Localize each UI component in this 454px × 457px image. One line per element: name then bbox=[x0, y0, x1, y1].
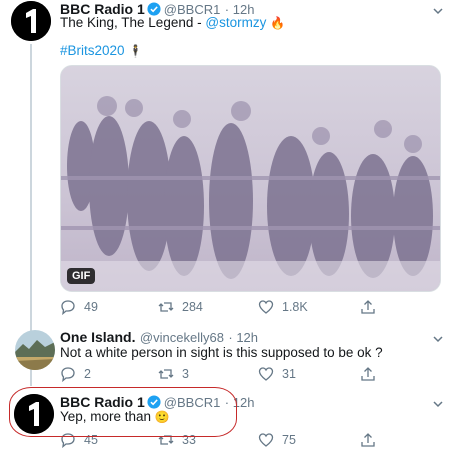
fire-emoji: 🔥 bbox=[270, 16, 286, 30]
avatar[interactable] bbox=[15, 330, 55, 370]
author-name[interactable]: One Island. bbox=[60, 329, 135, 345]
retweet-icon bbox=[158, 369, 174, 379]
share-button[interactable] bbox=[360, 366, 384, 382]
gif-media[interactable]: GIF bbox=[60, 65, 441, 292]
like-count: 31 bbox=[282, 367, 296, 381]
caret-menu[interactable] bbox=[432, 397, 444, 415]
share-icon bbox=[361, 300, 375, 314]
verified-badge-icon bbox=[147, 2, 161, 16]
annotation-highlight bbox=[9, 387, 237, 437]
reply-button[interactable]: 2 bbox=[60, 366, 158, 382]
retweet-button[interactable]: 3 bbox=[158, 366, 258, 382]
avatar[interactable] bbox=[11, 1, 51, 41]
reply-icon bbox=[61, 367, 75, 382]
radio1-logo bbox=[11, 1, 51, 41]
tweet-text: The King, The Legend - @stormzy 🔥 bbox=[60, 15, 285, 30]
like-icon bbox=[258, 300, 274, 314]
like-button[interactable]: 1.8K bbox=[258, 299, 360, 315]
hashtag-line: #Brits2020 🕴 bbox=[60, 43, 143, 58]
caret-menu[interactable] bbox=[432, 332, 444, 350]
chevron-down-icon bbox=[433, 401, 443, 408]
author-handle[interactable]: @vincekelly68 bbox=[140, 330, 224, 345]
like-button[interactable]: 31 bbox=[258, 366, 360, 382]
like-icon bbox=[258, 367, 274, 381]
share-button[interactable] bbox=[360, 299, 384, 315]
share-button[interactable] bbox=[360, 432, 384, 448]
timestamp[interactable]: · 12h bbox=[228, 330, 258, 345]
like-button[interactable]: 75 bbox=[258, 432, 360, 448]
retweet-button[interactable]: 284 bbox=[158, 299, 258, 315]
retweet-count: 284 bbox=[182, 300, 203, 314]
reply-count: 2 bbox=[84, 367, 91, 381]
retweet-icon bbox=[158, 302, 174, 312]
gif-label: GIF bbox=[67, 268, 96, 284]
like-count: 75 bbox=[282, 433, 296, 447]
share-icon bbox=[361, 433, 375, 447]
landscape-avatar-image bbox=[15, 330, 55, 370]
like-count: 1.8K bbox=[282, 300, 308, 314]
retweet-count: 3 bbox=[182, 367, 189, 381]
reply-icon bbox=[61, 300, 75, 315]
chevron-down-icon bbox=[433, 336, 443, 343]
reply-button[interactable]: 49 bbox=[60, 299, 158, 315]
action-bar: 2 3 31 bbox=[60, 366, 440, 382]
gif-image bbox=[61, 66, 440, 291]
like-icon bbox=[258, 433, 274, 447]
tweet-text-prefix: The King, The Legend - bbox=[60, 15, 206, 30]
reply-count: 49 bbox=[84, 300, 98, 314]
tweet-text: Not a white person in sight is this supp… bbox=[60, 345, 383, 360]
chevron-down-icon bbox=[433, 8, 443, 15]
levitating-man-emoji: 🕴 bbox=[128, 44, 144, 58]
caret-menu[interactable] bbox=[432, 4, 444, 22]
share-icon bbox=[361, 367, 375, 381]
hashtag-link[interactable]: #Brits2020 bbox=[60, 43, 125, 58]
action-bar: 49 284 1.8K bbox=[60, 299, 440, 315]
mention-link[interactable]: @stormzy bbox=[205, 15, 266, 30]
